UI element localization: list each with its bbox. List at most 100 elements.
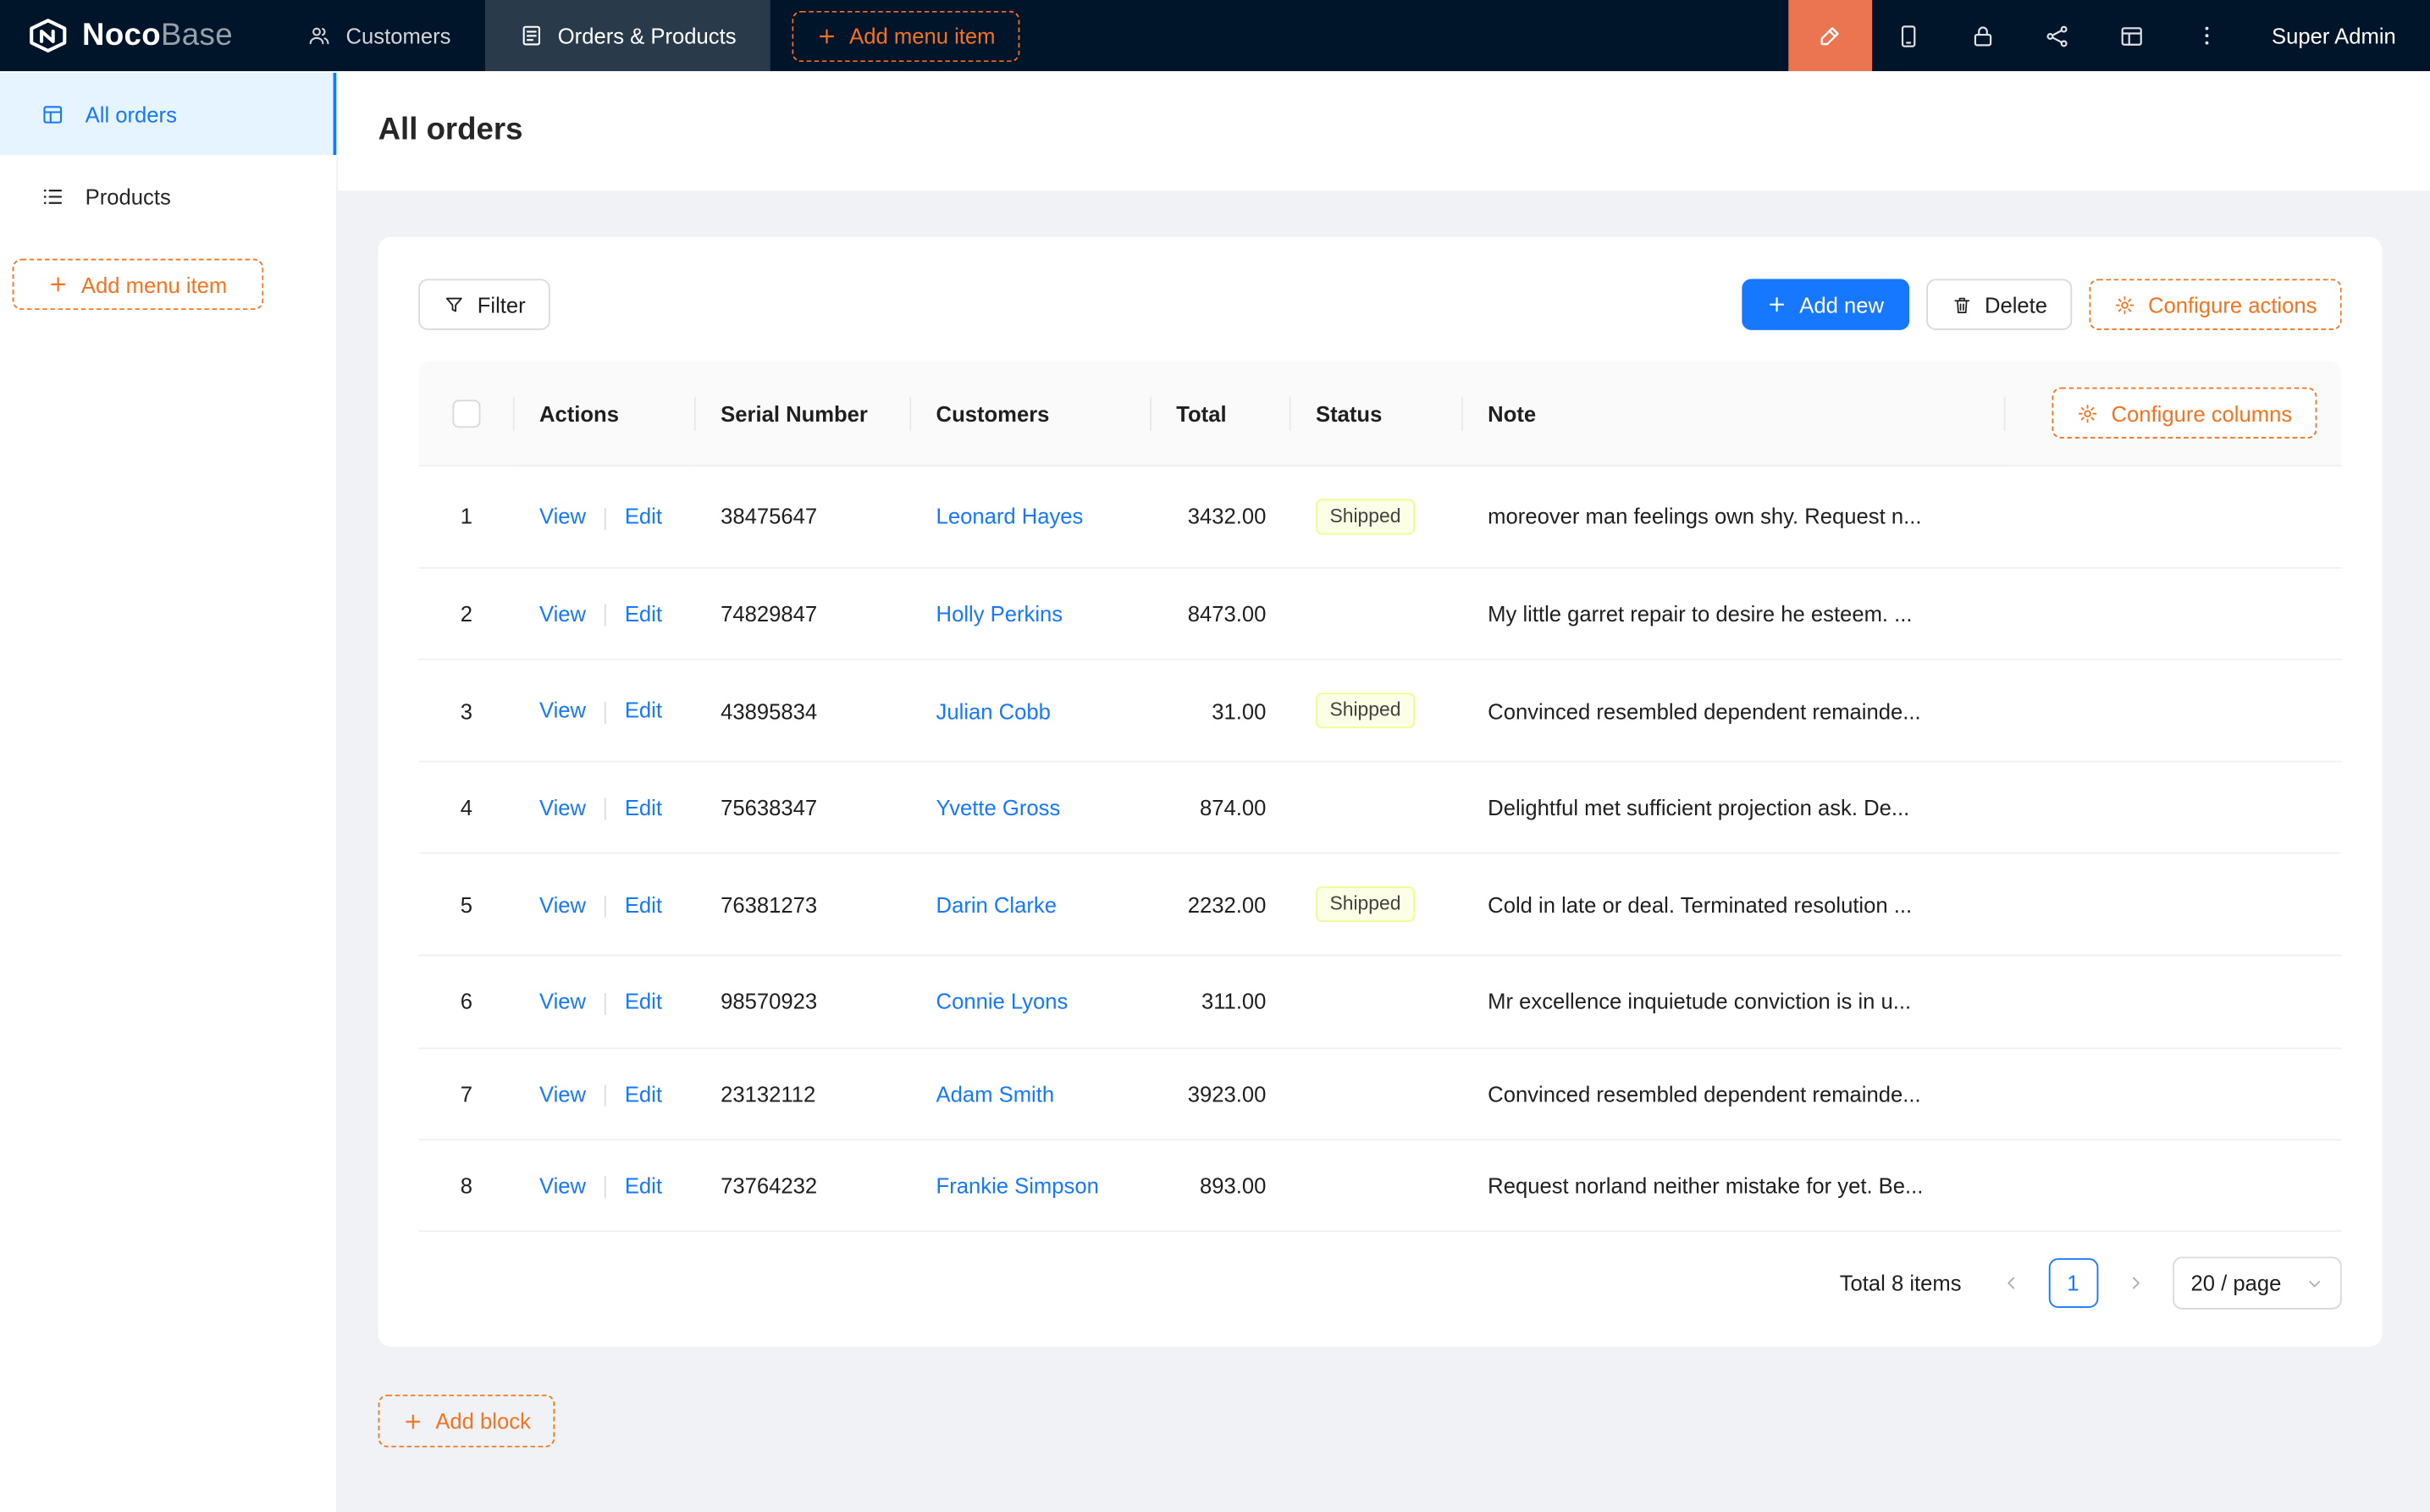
note-cell: Mr excellence inquietude conviction is i… [1463, 957, 2006, 1049]
row-index-cell: 2 [418, 569, 514, 661]
view-link[interactable]: View [539, 1081, 586, 1106]
table-toolbar: Filter Add new [418, 279, 2342, 329]
plus-icon [817, 25, 837, 46]
sidebar-item-products[interactable]: Products [0, 155, 336, 237]
api-icon [2045, 23, 2071, 49]
table-icon [41, 102, 65, 126]
row-index: 8 [461, 1173, 472, 1198]
nocobase-logo[interactable]: NocoBase [0, 0, 273, 71]
layout-settings-button[interactable] [2095, 0, 2169, 71]
orders-table-block: Filter Add new [378, 237, 2383, 1347]
empty-cell [2006, 569, 2342, 661]
nav-tab-orders-products[interactable]: Orders & Products [485, 0, 770, 71]
chevron-left-icon [2002, 1274, 2020, 1293]
pagination-total: Total 8 items [1840, 1271, 1962, 1295]
empty-cell [2006, 957, 2342, 1049]
action-divider [605, 798, 606, 820]
action-divider [605, 992, 606, 1014]
row-actions-cell: View Edit [515, 1140, 696, 1233]
auth-lock-button[interactable] [1947, 0, 2021, 71]
empty-cell [2006, 466, 2342, 569]
page-number-button[interactable]: 1 [2048, 1258, 2098, 1308]
chevron-down-icon [2306, 1275, 2323, 1292]
customer-link[interactable]: Frankie Simpson [936, 1173, 1099, 1198]
edit-link[interactable]: Edit [625, 1173, 662, 1197]
row-index-cell: 7 [418, 1048, 514, 1140]
row-index: 4 [461, 795, 472, 819]
customer-link[interactable]: Julian Cobb [936, 698, 1051, 723]
sidebar-item-label: Products [86, 184, 171, 208]
customer-link[interactable]: Adam Smith [936, 1081, 1055, 1106]
delete-button[interactable]: Delete [1925, 279, 2072, 329]
table-row: 6 ViewEdit 98570923 Connie Lyons 311.00 … [418, 957, 2342, 1049]
highlighter-icon [1817, 23, 1843, 49]
nav-tab-customers[interactable]: Customers [273, 0, 485, 71]
page-size-select[interactable]: 20 / page [2173, 1257, 2342, 1310]
table-row: 3 ViewEdit 43895834 Julian Cobb 31.00 Sh… [418, 660, 2342, 763]
row-index-cell: 1 [418, 466, 514, 569]
prev-page-button[interactable] [1986, 1258, 2036, 1308]
user-menu[interactable]: Super Admin [2244, 0, 2430, 71]
edit-link[interactable]: Edit [625, 795, 662, 819]
view-link[interactable]: View [539, 504, 586, 528]
note-cell: Request norland neither mistake for yet.… [1463, 1140, 2006, 1233]
view-link[interactable]: View [539, 698, 586, 723]
edit-link[interactable]: Edit [625, 892, 662, 917]
customer-cell: Julian Cobb [911, 660, 1151, 763]
mobile-client-button[interactable] [1872, 0, 1947, 71]
ui-editor-button[interactable] [1788, 0, 1872, 71]
view-link[interactable]: View [539, 601, 586, 626]
row-actions-cell: View Edit [515, 1048, 696, 1140]
view-link[interactable]: View [539, 1173, 586, 1197]
edit-link[interactable]: Edit [625, 601, 662, 626]
edit-link[interactable]: Edit [625, 698, 662, 723]
row-index-cell: 3 [418, 660, 514, 763]
column-header-total: Total [1151, 361, 1291, 466]
sidebar-item-label: All orders [86, 102, 177, 126]
customer-link[interactable]: Darin Clarke [936, 892, 1057, 917]
add-block-button[interactable]: Add block [378, 1395, 556, 1448]
view-link[interactable]: View [539, 892, 586, 917]
api-connections-button[interactable] [2021, 0, 2096, 71]
action-divider [605, 508, 606, 530]
status-tag: Shipped [1316, 499, 1415, 534]
add-new-button[interactable]: Add new [1742, 279, 1909, 329]
next-page-button[interactable] [2110, 1258, 2160, 1308]
nocobase-logo-icon [28, 17, 69, 54]
edit-link[interactable]: Edit [625, 504, 662, 528]
edit-link[interactable]: Edit [625, 1081, 662, 1106]
total-cell: 3432.00 [1151, 466, 1291, 569]
select-all-checkbox[interactable] [452, 400, 480, 428]
action-divider [605, 1084, 606, 1106]
customer-link[interactable]: Connie Lyons [936, 989, 1069, 1013]
view-link[interactable]: View [539, 795, 586, 819]
serial-number-cell: 73764232 [696, 1140, 911, 1233]
total-cell: 31.00 [1151, 660, 1291, 763]
customer-link[interactable]: Yvette Gross [936, 795, 1061, 819]
customer-link[interactable]: Holly Perkins [936, 601, 1063, 626]
main-area: All orders Filter [338, 71, 2430, 1512]
column-header-serial: Serial Number [696, 361, 911, 466]
customer-link[interactable]: Leonard Hayes [936, 505, 1084, 529]
logo-text: NocoBase [82, 18, 233, 53]
view-link[interactable]: View [539, 989, 586, 1013]
edit-link[interactable]: Edit [625, 989, 662, 1013]
total-cell: 8473.00 [1151, 569, 1291, 661]
row-index: 1 [461, 505, 472, 529]
total-cell: 2232.00 [1151, 854, 1291, 957]
row-index-cell: 8 [418, 1140, 514, 1233]
filter-button[interactable]: Filter [418, 279, 550, 329]
configure-actions-button[interactable]: Configure actions [2089, 279, 2341, 329]
more-menu-button[interactable] [2169, 0, 2244, 71]
configure-columns-button[interactable]: Configure columns [2052, 388, 2317, 439]
navbar-add-menu-item-button[interactable]: Add menu item [792, 10, 1019, 61]
status-cell [1291, 1048, 1463, 1140]
empty-cell [2006, 763, 2342, 855]
chevron-right-icon [2126, 1274, 2145, 1293]
sidebar-add-menu-item-button[interactable]: Add menu item [13, 259, 264, 310]
action-divider [605, 1176, 606, 1198]
sidebar-item-all-orders[interactable]: All orders [0, 73, 336, 155]
page-header: All orders [338, 71, 2430, 190]
customer-cell: Yvette Gross [911, 763, 1151, 855]
total-cell: 874.00 [1151, 763, 1291, 855]
